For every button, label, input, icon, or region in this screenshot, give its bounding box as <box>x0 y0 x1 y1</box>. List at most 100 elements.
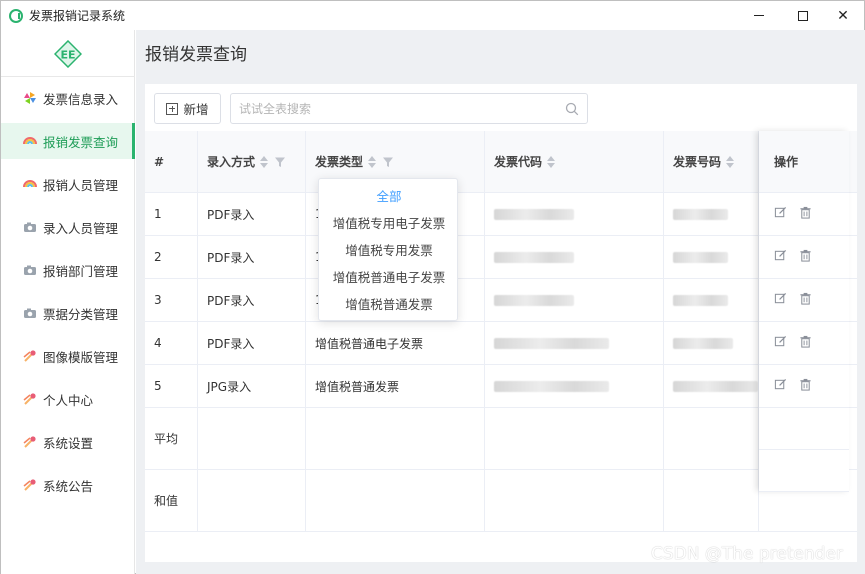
app-logo-icon <box>9 8 23 23</box>
cell-invoice-number <box>664 279 759 321</box>
camera-icon <box>23 220 37 234</box>
cell-index: 3 <box>145 279 198 321</box>
window-title: 发票报销记录系统 <box>29 9 126 23</box>
row-index: 1 <box>154 207 162 221</box>
redacted-invoice-code <box>494 208 574 220</box>
sidebar-item-label: 系统公告 <box>43 478 94 494</box>
table-row[interactable]: 4 PDF录入 增值税普通电子发票 <box>145 322 857 365</box>
row-entry-method: PDF录入 <box>207 250 255 265</box>
sort-icon[interactable] <box>260 155 269 168</box>
filter-option[interactable]: 增值税专用发票 <box>319 236 459 263</box>
sidebar-item-6[interactable]: 票据分类管理 <box>1 295 135 331</box>
delete-icon[interactable] <box>799 292 812 308</box>
close-icon: ✕ <box>837 7 849 24</box>
invoice-table: # 录入方式 发票类型 发票代码 发票号码 1 PDF录入 2 PDF录入 3 … <box>145 131 857 532</box>
comet-icon <box>23 349 37 363</box>
edit-icon[interactable] <box>774 206 787 222</box>
page-title: 报销发票查询 <box>145 45 247 65</box>
camera-icon <box>23 263 37 277</box>
add-button-label: 新增 <box>183 102 209 117</box>
search-input[interactable] <box>239 100 559 118</box>
delete-icon[interactable] <box>799 249 812 265</box>
filter-option[interactable]: 增值税专用电子发票 <box>319 209 459 236</box>
filter-option[interactable]: 增值税普通发票 <box>319 290 459 317</box>
sidebar-item-4[interactable]: 录入人员管理 <box>1 209 135 245</box>
sidebar-item-3[interactable]: 报销人员管理 <box>1 166 135 202</box>
close-button[interactable]: ✕ <box>823 1 863 30</box>
row-index: 5 <box>154 379 162 393</box>
header-entry-method[interactable]: 录入方式 <box>198 131 306 192</box>
comet-icon <box>23 392 37 406</box>
pinwheel-icon <box>23 91 37 105</box>
row-invoice-type: 增值税普通发票 <box>315 379 400 394</box>
search-icon[interactable] <box>565 102 579 116</box>
sidebar-item-5[interactable]: 报销部门管理 <box>1 252 135 288</box>
filter-option[interactable]: 增值税普通电子发票 <box>319 263 459 290</box>
delete-icon[interactable] <box>799 335 812 351</box>
search-box <box>230 93 588 124</box>
edit-icon[interactable] <box>774 335 787 351</box>
minimize-button[interactable] <box>739 1 779 30</box>
maximize-button[interactable] <box>783 1 823 30</box>
table-row[interactable]: 3PDF录入1 <box>145 279 857 322</box>
rainbow-icon <box>23 177 37 191</box>
cell-entry-method: PDF录入 <box>198 322 306 364</box>
filter-icon[interactable] <box>382 156 394 168</box>
actions-summary-cell <box>759 450 849 492</box>
redacted-invoice-number <box>673 251 728 263</box>
sidebar-item-10[interactable]: 系统公告 <box>1 467 135 503</box>
sidebar-item-label: 发票信息录入 <box>43 91 119 107</box>
header-invoice-number[interactable]: 发票号码 <box>664 131 759 192</box>
sidebar-item-label: 报销发票查询 <box>43 134 119 150</box>
summary-average-text: 平均 <box>154 432 179 446</box>
sidebar-item-label: 图像模版管理 <box>43 349 119 365</box>
comet-icon <box>23 435 37 449</box>
sort-icon[interactable] <box>726 155 735 168</box>
summary-cell <box>485 408 664 469</box>
redacted-invoice-number <box>673 337 733 349</box>
header-index: # <box>145 131 198 192</box>
cell-invoice-code <box>485 279 664 321</box>
table-row[interactable]: 5 JPG录入 增值税普通发票 <box>145 365 857 408</box>
sort-icon[interactable] <box>368 155 377 168</box>
cell-invoice-type: 增值税普通电子发票 <box>306 322 485 364</box>
edit-icon[interactable] <box>774 249 787 265</box>
summary-cell <box>306 408 485 469</box>
edit-icon[interactable] <box>774 292 787 308</box>
row-index: 2 <box>154 250 162 264</box>
cell-index: 4 <box>145 322 198 364</box>
summary-cell <box>198 470 306 531</box>
brand-logo-icon: EE <box>54 40 82 68</box>
cell-entry-method: PDF录入 <box>198 236 306 278</box>
summary-cell <box>664 470 759 531</box>
sidebar-item-7[interactable]: 图像模版管理 <box>1 338 135 374</box>
watermark: CSDN @The pretender <box>651 544 843 564</box>
sidebar-item-9[interactable]: 系统设置 <box>1 424 135 460</box>
summary-cell <box>485 470 664 531</box>
actions-column: 操作 <box>759 131 849 492</box>
delete-icon[interactable] <box>799 378 812 394</box>
cell-invoice-code <box>485 193 664 235</box>
edit-icon[interactable] <box>774 378 787 394</box>
cell-index: 2 <box>145 236 198 278</box>
sidebar-item-8[interactable]: 个人中心 <box>1 381 135 417</box>
table-row[interactable]: 1PDF录入1 <box>145 193 857 236</box>
add-button[interactable]: 新增 <box>154 93 221 124</box>
cell-index: 5 <box>145 365 198 407</box>
row-index: 3 <box>154 293 162 307</box>
row-actions <box>759 236 849 279</box>
sort-icon[interactable] <box>547 155 556 168</box>
minimize-icon <box>754 15 764 16</box>
filter-option[interactable]: 全部 <box>319 182 459 209</box>
sidebar-item-label: 系统设置 <box>43 435 94 451</box>
table-row[interactable]: 2PDF录入1 <box>145 236 857 279</box>
filter-icon[interactable] <box>274 156 286 168</box>
sidebar-item-2[interactable]: 报销发票查询 <box>1 123 135 159</box>
cell-entry-method: JPG录入 <box>198 365 306 407</box>
sidebar-item-1[interactable]: 发票信息录入 <box>1 80 135 116</box>
redacted-invoice-number <box>673 380 758 392</box>
header-invoice-code[interactable]: 发票代码 <box>485 131 664 192</box>
delete-icon[interactable] <box>799 206 812 222</box>
sidebar-item-label: 报销人员管理 <box>43 177 119 193</box>
header-index-label: # <box>154 154 165 169</box>
